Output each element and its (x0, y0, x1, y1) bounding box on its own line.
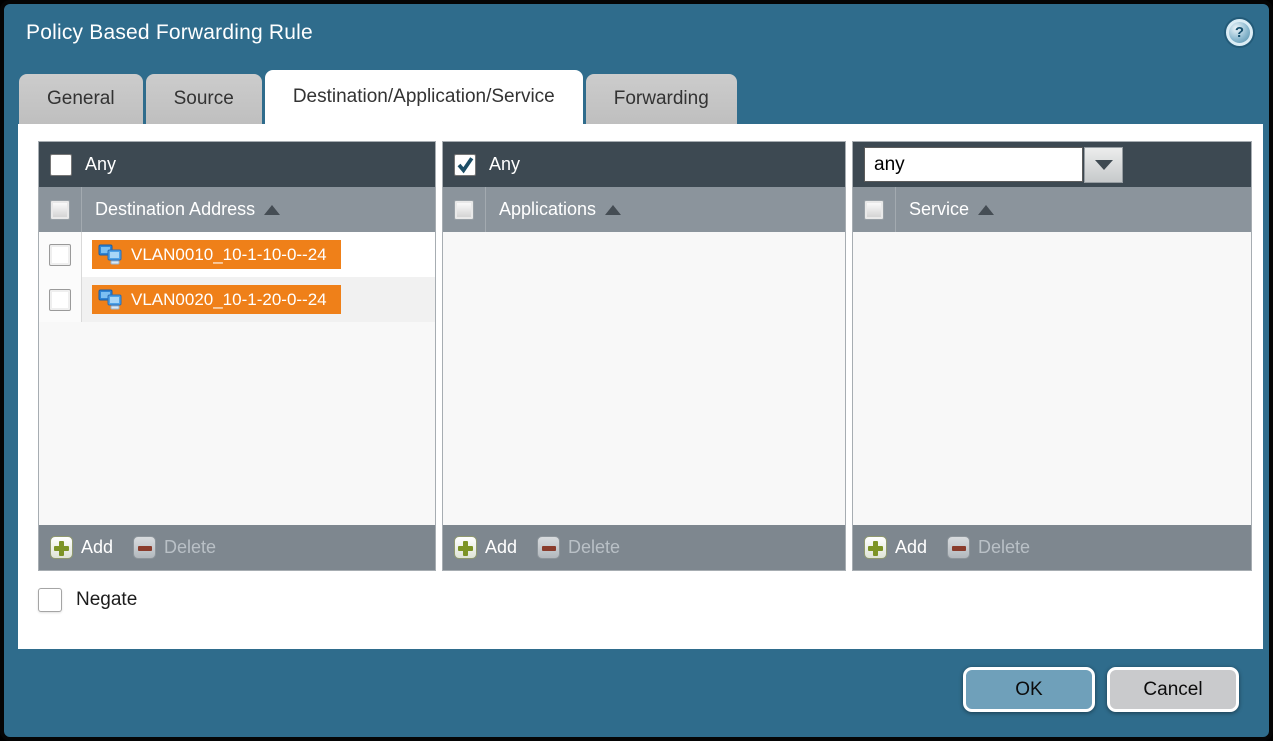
destination-footer-bar: Add Delete (39, 525, 435, 570)
service-header-label: Service (909, 199, 969, 220)
negate-checkbox[interactable] (38, 588, 62, 612)
sort-ascending-icon (605, 205, 621, 215)
destination-address-column: Any Destination Address (38, 141, 436, 571)
destination-add-button[interactable]: Add (50, 536, 113, 559)
help-icon[interactable]: ? (1226, 19, 1253, 46)
applications-any-checkbox[interactable] (454, 154, 476, 176)
add-plus-icon (50, 536, 73, 559)
tab-forwarding[interactable]: Forwarding (586, 74, 737, 124)
add-plus-icon (454, 536, 477, 559)
destination-select-all-checkbox[interactable] (50, 200, 70, 220)
dialog-actions: OK Cancel (963, 667, 1239, 712)
applications-list (443, 232, 845, 525)
service-select-all-checkbox[interactable] (864, 200, 884, 220)
applications-any-label: Any (489, 154, 520, 175)
applications-any-bar: Any (443, 142, 845, 187)
delete-minus-icon (537, 536, 560, 559)
service-list (853, 232, 1251, 525)
destination-any-label: Any (85, 154, 116, 175)
destination-column-header[interactable]: Destination Address (39, 187, 435, 232)
service-dropdown-bar: any (853, 142, 1251, 187)
columns-container: Any Destination Address (18, 124, 1263, 571)
service-dropdown: any (864, 147, 1123, 183)
applications-add-button[interactable]: Add (454, 536, 517, 559)
delete-minus-icon (947, 536, 970, 559)
row-checkbox[interactable] (49, 244, 71, 266)
negate-option: Negate (38, 588, 1263, 612)
sort-ascending-icon (978, 205, 994, 215)
destination-any-checkbox[interactable] (50, 154, 72, 176)
destination-list: VLAN0010_10-1-10-0--24 (39, 232, 435, 525)
negate-label: Negate (76, 589, 137, 611)
tab-content-panel: Any Destination Address (18, 124, 1263, 649)
destination-row[interactable]: VLAN0010_10-1-10-0--24 (39, 232, 435, 277)
tab-destination-application-service[interactable]: Destination/Application/Service (265, 70, 583, 124)
tab-source[interactable]: Source (146, 74, 262, 124)
address-object-label: VLAN0020_10-1-20-0--24 (131, 290, 327, 310)
applications-header-label: Applications (499, 199, 596, 220)
service-add-button[interactable]: Add (864, 536, 927, 559)
tab-bar: General Source Destination/Application/S… (19, 70, 740, 124)
destination-row[interactable]: VLAN0020_10-1-20-0--24 (39, 277, 435, 322)
applications-delete-button[interactable]: Delete (537, 536, 620, 559)
network-address-icon (98, 244, 123, 265)
add-plus-icon (864, 536, 887, 559)
applications-column-header[interactable]: Applications (443, 187, 845, 232)
address-object-label: VLAN0010_10-1-10-0--24 (131, 245, 327, 265)
applications-footer-bar: Add Delete (443, 525, 845, 570)
dialog-title: Policy Based Forwarding Rule (26, 21, 313, 45)
applications-column: Any Applications Add (442, 141, 846, 571)
checkmark-icon (456, 156, 474, 174)
ok-button[interactable]: OK (963, 667, 1095, 712)
network-address-icon (98, 289, 123, 310)
service-delete-button[interactable]: Delete (947, 536, 1030, 559)
service-dropdown-arrow-button[interactable] (1084, 147, 1123, 183)
applications-select-all-checkbox[interactable] (454, 200, 474, 220)
service-dropdown-input[interactable]: any (864, 147, 1083, 182)
destination-header-label: Destination Address (95, 199, 255, 220)
destination-any-bar: Any (39, 142, 435, 187)
tab-general[interactable]: General (19, 74, 143, 124)
delete-minus-icon (133, 536, 156, 559)
service-footer-bar: Add Delete (853, 525, 1251, 570)
row-checkbox[interactable] (49, 289, 71, 311)
service-column-header[interactable]: Service (853, 187, 1251, 232)
policy-based-forwarding-dialog: Policy Based Forwarding Rule ? General S… (0, 0, 1273, 741)
cancel-button[interactable]: Cancel (1107, 667, 1239, 712)
service-column: any Service (852, 141, 1252, 571)
chevron-down-icon (1095, 160, 1113, 170)
destination-delete-button[interactable]: Delete (133, 536, 216, 559)
sort-ascending-icon (264, 205, 280, 215)
